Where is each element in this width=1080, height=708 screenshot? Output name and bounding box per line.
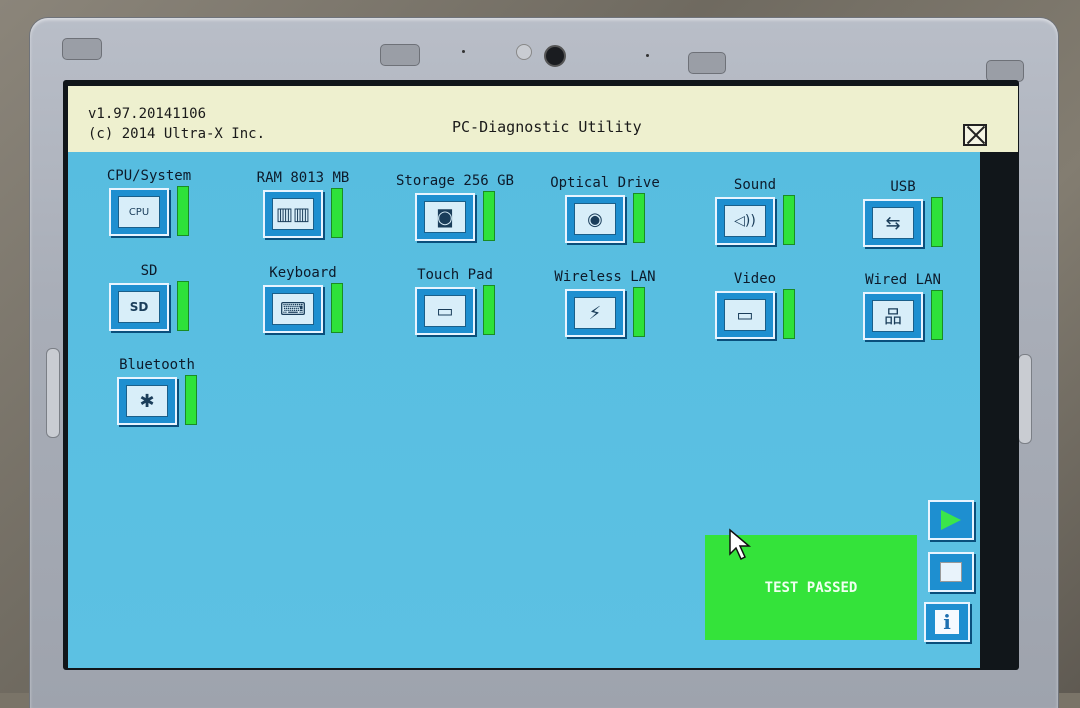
wireless-icon-button[interactable]: ⚡ xyxy=(565,289,625,337)
storage-icon-button[interactable]: ◙ xyxy=(415,193,475,241)
status-bar xyxy=(783,289,795,339)
status-bar xyxy=(483,285,495,335)
monitor-icon-button[interactable]: ▭ xyxy=(715,291,775,339)
device-cpu-system[interactable]: CPU/System CPU xyxy=(89,168,229,258)
cpu-icon: CPU xyxy=(118,196,160,228)
mic-hole xyxy=(646,54,649,57)
status-bar xyxy=(185,375,197,425)
stop-test-button[interactable] xyxy=(928,552,974,592)
device-storage[interactable]: Storage 256 GB ◙ xyxy=(395,173,535,263)
status-bar xyxy=(331,188,343,238)
device-sound[interactable]: Sound ◁)) xyxy=(695,177,835,267)
optical-drive-icon-button[interactable]: ◉ xyxy=(565,195,625,243)
side-latch-right xyxy=(1018,354,1032,444)
webcam-light xyxy=(516,44,532,60)
sd-card-icon: SD xyxy=(118,291,160,323)
bezel-bumper-center-left xyxy=(380,44,420,66)
speaker-icon-button[interactable]: ◁)) xyxy=(715,197,775,245)
device-label: Bluetooth xyxy=(119,357,195,373)
mouse-pointer-icon xyxy=(729,528,752,561)
play-icon xyxy=(941,510,961,530)
sd-card-icon-button[interactable]: SD xyxy=(109,283,169,331)
bezel-bumper-right xyxy=(986,60,1024,82)
wireless-icon: ⚡ xyxy=(574,297,616,329)
optical-drive-icon: ◉ xyxy=(574,203,616,235)
cpu-icon-button[interactable]: CPU xyxy=(109,188,169,236)
monitor-icon: ▭ xyxy=(724,299,766,331)
ram-icon: ▥▥ xyxy=(272,198,314,230)
start-test-button[interactable] xyxy=(928,500,974,540)
test-result-text: TEST PASSED xyxy=(764,579,858,596)
status-bar xyxy=(633,287,645,337)
device-label: Keyboard xyxy=(269,265,337,281)
copyright-label: (c) 2014 Ultra-X Inc. xyxy=(88,126,266,142)
device-label: USB xyxy=(890,179,916,195)
device-label: Optical Drive xyxy=(550,175,660,191)
keyboard-icon-button[interactable]: ⌨ xyxy=(263,285,323,333)
webcam xyxy=(544,45,566,67)
info-icon: i xyxy=(935,610,959,634)
device-label: Wired LAN xyxy=(865,272,941,288)
network-icon: 品 xyxy=(872,300,914,332)
device-touch-pad[interactable]: Touch Pad ▭ xyxy=(395,267,535,357)
device-usb[interactable]: USB ⇆ xyxy=(843,179,983,269)
status-bar xyxy=(177,281,189,331)
keyboard-icon: ⌨ xyxy=(272,293,314,325)
device-label: Storage 256 GB xyxy=(395,173,514,189)
usb-icon: ⇆ xyxy=(872,207,914,239)
device-label: RAM 8013 MB xyxy=(256,170,350,186)
device-label: Sound xyxy=(733,177,777,193)
touchpad-icon-button[interactable]: ▭ xyxy=(415,287,475,335)
device-label: Touch Pad xyxy=(417,267,493,283)
device-wired-lan[interactable]: Wired LAN 品 xyxy=(843,272,983,362)
device-wireless-lan[interactable]: Wireless LAN ⚡ xyxy=(545,269,685,359)
ram-icon-button[interactable]: ▥▥ xyxy=(263,190,323,238)
device-label: SD xyxy=(140,263,158,279)
status-bar xyxy=(783,195,795,245)
bezel-bumper-center-right xyxy=(688,52,726,74)
version-info: v1.97.20141106 (c) 2014 Ultra-X Inc. xyxy=(88,104,265,144)
device-ram[interactable]: RAM 8013 MB ▥▥ xyxy=(243,170,383,260)
device-label: Video xyxy=(733,271,777,287)
status-bar xyxy=(177,186,189,236)
side-latch-left xyxy=(46,348,60,438)
version-label: v1.97.20141106 xyxy=(88,106,207,122)
device-sd[interactable]: SD SD xyxy=(89,263,229,353)
device-bluetooth[interactable]: Bluetooth ✱ xyxy=(97,357,237,447)
storage-icon: ◙ xyxy=(424,201,466,233)
device-label: CPU/System xyxy=(106,168,192,184)
stop-icon xyxy=(940,562,962,582)
bezel-bumper-left xyxy=(62,38,102,60)
device-optical-drive[interactable]: Optical Drive ◉ xyxy=(545,175,685,265)
mic-hole xyxy=(462,50,465,53)
speaker-icon: ◁)) xyxy=(724,205,766,237)
bluetooth-icon: ✱ xyxy=(126,385,168,417)
status-bar xyxy=(331,283,343,333)
status-bar xyxy=(483,191,495,241)
device-keyboard[interactable]: Keyboard ⌨ xyxy=(243,265,383,355)
status-bar xyxy=(931,290,943,340)
device-video[interactable]: Video ▭ xyxy=(695,271,835,361)
touchpad-icon: ▭ xyxy=(424,295,466,327)
device-label: Wireless LAN xyxy=(554,269,656,285)
status-bar xyxy=(633,193,645,243)
status-bar xyxy=(931,197,943,247)
bluetooth-icon-button[interactable]: ✱ xyxy=(117,377,177,425)
usb-icon-button[interactable]: ⇆ xyxy=(863,199,923,247)
close-button[interactable] xyxy=(963,124,987,146)
app-title: PC-Diagnostic Utility xyxy=(452,118,642,136)
info-button[interactable]: i xyxy=(924,602,970,642)
network-icon-button[interactable]: 品 xyxy=(863,292,923,340)
